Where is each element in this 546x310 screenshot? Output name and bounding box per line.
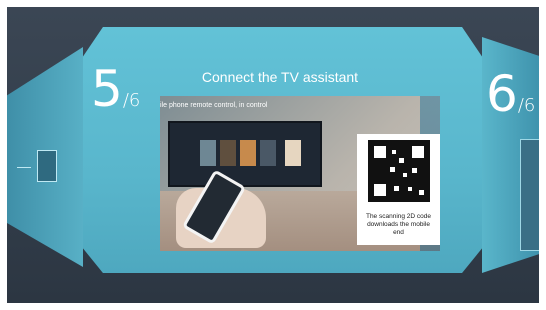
tv-screen — [168, 121, 322, 187]
next-step-preview — [520, 139, 539, 251]
previous-step-line — [17, 167, 31, 168]
previous-step-panel[interactable] — [7, 47, 83, 267]
poster-2 — [220, 140, 236, 166]
qr-card: The scanning 2D code downloads the mobil… — [357, 134, 440, 245]
page-title: Connect the TV assistant — [201, 69, 359, 85]
poster-3 — [240, 140, 256, 166]
previous-step-screen — [37, 150, 57, 182]
qr-caption: The scanning 2D code downloads the mobil… — [365, 213, 432, 236]
poster-1 — [200, 140, 216, 166]
illustration-caption: ile phone remote control, in control — [160, 102, 268, 109]
poster-4 — [260, 140, 276, 166]
poster-5 — [285, 140, 301, 166]
qr-code-icon — [368, 140, 430, 202]
current-step-number: 5/6 — [91, 60, 141, 118]
next-step-number: 6/6 — [486, 65, 536, 123]
